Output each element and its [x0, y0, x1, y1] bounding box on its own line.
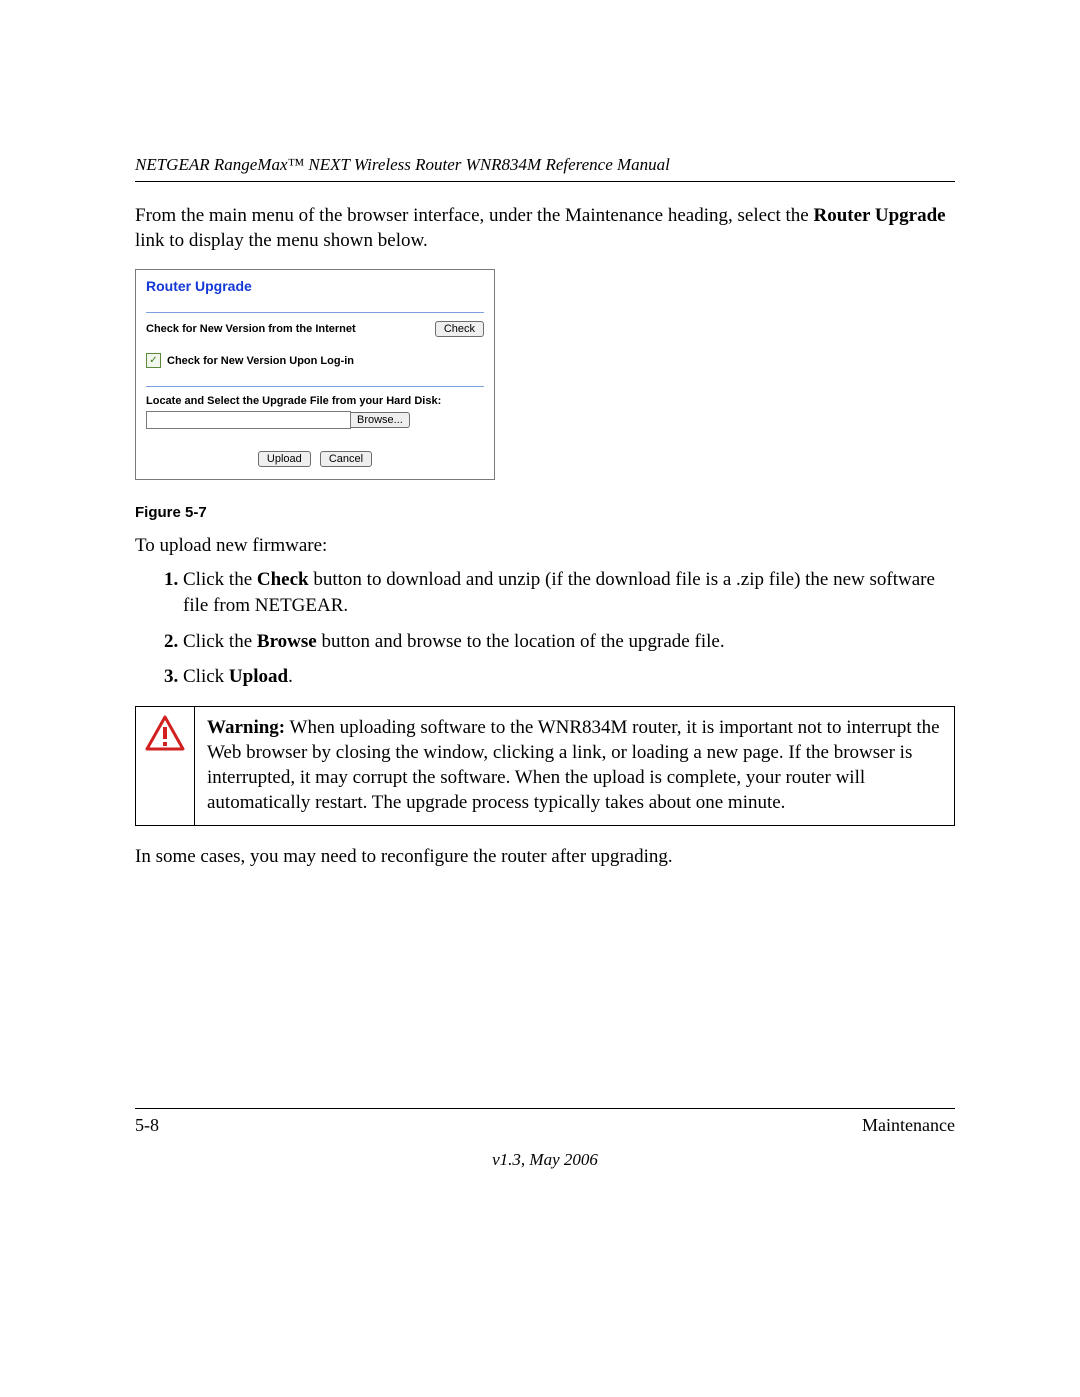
login-check-checkbox[interactable]: ✓	[146, 353, 161, 368]
step-3-bold: Upload	[229, 666, 288, 687]
step-1-bold: Check	[257, 569, 309, 590]
cancel-button[interactable]: Cancel	[320, 451, 372, 467]
header-rule	[135, 181, 955, 182]
step-1-a: Click the	[183, 569, 257, 590]
warning-triangle-icon	[145, 715, 185, 751]
check-version-label: Check for New Version from the Internet	[146, 323, 356, 335]
step-1: Click the Check button to download and u…	[183, 567, 955, 618]
step-2-a: Click the	[183, 631, 257, 652]
step-2: Click the Browse button and browse to th…	[183, 629, 955, 655]
warning-box: Warning: When uploading software to the …	[135, 706, 955, 826]
intro-paragraph: From the main menu of the browser interf…	[135, 204, 955, 253]
intro-bold: Router Upgrade	[813, 205, 945, 226]
step-3-c: .	[288, 666, 293, 687]
warning-text-cell: Warning: When uploading software to the …	[195, 706, 955, 825]
login-check-label: Check for New Version Upon Log-in	[167, 355, 354, 367]
panel-title: Router Upgrade	[146, 278, 484, 294]
step-3-a: Click	[183, 666, 229, 687]
after-warning-paragraph: In some cases, you may need to reconfigu…	[135, 846, 955, 868]
panel-divider	[146, 312, 484, 313]
version-line: v1.3, May 2006	[135, 1150, 955, 1170]
upload-button[interactable]: Upload	[258, 451, 311, 467]
step-2-bold: Browse	[257, 631, 317, 652]
browse-button[interactable]: Browse...	[351, 412, 410, 428]
warning-label: Warning:	[207, 717, 285, 738]
check-button[interactable]: Check	[435, 321, 484, 337]
section-name: Maintenance	[862, 1115, 955, 1136]
warning-body: When uploading software to the WNR834M r…	[207, 717, 940, 813]
intro-pre: From the main menu of the browser interf…	[135, 205, 813, 226]
intro-post: link to display the menu shown below.	[135, 230, 428, 251]
file-path-input[interactable]	[146, 411, 351, 429]
steps-list: Click the Check button to download and u…	[135, 567, 955, 690]
page-number: 5-8	[135, 1115, 159, 1136]
upload-intro: To upload new firmware:	[135, 535, 955, 557]
router-upgrade-panel: Router Upgrade Check for New Version fro…	[135, 269, 495, 480]
step-3: Click Upload.	[183, 664, 955, 690]
footer-rule	[135, 1108, 955, 1109]
locate-file-label: Locate and Select the Upgrade File from …	[146, 395, 484, 407]
panel-divider-2	[146, 386, 484, 387]
step-2-c: button and browse to the location of the…	[317, 631, 725, 652]
figure-caption: Figure 5-7	[135, 504, 955, 521]
running-header: NETGEAR RangeMax™ NEXT Wireless Router W…	[135, 155, 955, 175]
